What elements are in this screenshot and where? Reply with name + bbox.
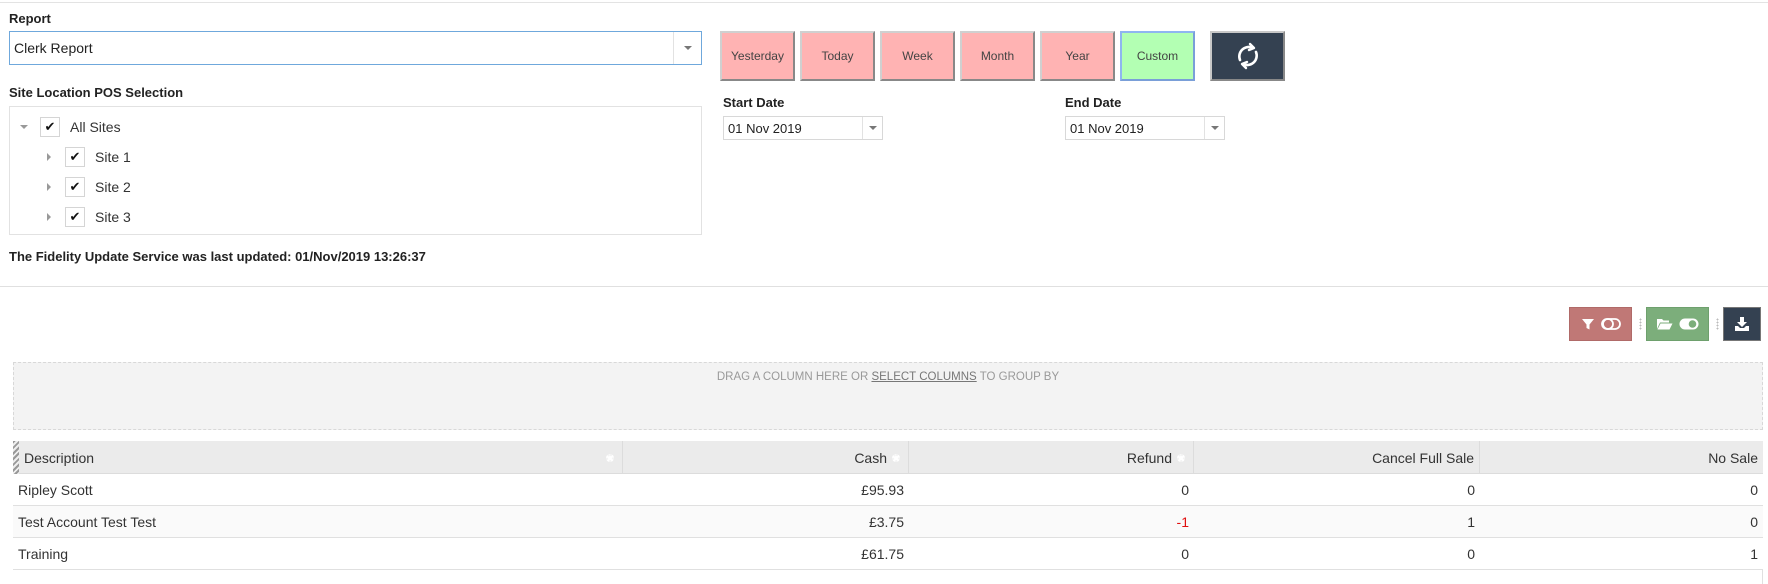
group-hint-prefix: DRAG A COLUMN HERE OR: [716, 371, 872, 383]
cell-no-sale: 1: [1750, 546, 1758, 562]
end-date-toggle[interactable]: [1204, 117, 1224, 139]
chevron-down-icon: [868, 126, 877, 130]
filter-toggle-button[interactable]: [1569, 307, 1632, 341]
grid-header: Description Cash Refund Cancel Full Sale…: [13, 441, 1763, 474]
checkmark-icon: ✔: [44, 119, 56, 135]
top-divider: [0, 2, 1768, 3]
refresh-button[interactable]: [1210, 31, 1285, 81]
period-custom-button[interactable]: Custom: [1120, 31, 1195, 81]
column-menu-icon[interactable]: [1177, 453, 1185, 462]
column-header-cash[interactable]: Cash: [623, 441, 909, 474]
last-updated-status: The Fidelity Update Service was last upd…: [9, 249, 426, 264]
checkbox-site-3[interactable]: ✔: [65, 207, 85, 227]
export-button[interactable]: [1723, 307, 1761, 341]
cell-cash: £61.75: [861, 546, 904, 562]
period-today-button[interactable]: Today: [800, 31, 875, 81]
period-week-button[interactable]: Week: [880, 31, 955, 81]
report-label: Report: [9, 11, 51, 26]
end-date-label: End Date: [1065, 95, 1122, 110]
cell-refund: 0: [1181, 546, 1189, 562]
column-header-no-sale[interactable]: No Sale: [1480, 441, 1763, 474]
chevron-down-icon: [683, 46, 692, 50]
site-selection-label: Site Location POS Selection: [9, 85, 184, 100]
group-by-panel[interactable]: DRAG A COLUMN HERE OR SELECT COLUMNS TO …: [13, 362, 1763, 430]
checkbox-all-sites[interactable]: ✔: [40, 117, 60, 137]
cell-refund: -1: [1176, 514, 1189, 530]
tree-node-all-sites[interactable]: ✔ All Sites: [20, 116, 121, 138]
column-header-label: Cash: [854, 449, 887, 466]
column-header-refund[interactable]: Refund: [909, 441, 1194, 474]
table-row[interactable]: Training £61.75 0 0 1: [13, 538, 1763, 570]
column-header-label: No Sale: [1708, 449, 1758, 466]
start-date-picker[interactable]: 01 Nov 2019: [723, 116, 883, 140]
checkmark-icon: ✔: [69, 179, 81, 195]
expand-arrow-icon[interactable]: [47, 153, 51, 161]
cell-description: Test Account Test Test: [18, 514, 157, 530]
cell-description: Ripley Scott: [18, 482, 93, 498]
report-dropdown-value: Clerk Report: [14, 40, 93, 56]
folder-open-icon: [1657, 319, 1673, 330]
download-icon: [1735, 317, 1749, 331]
tree-node-site-1[interactable]: ✔ Site 1: [47, 146, 131, 168]
checkmark-icon: ✔: [69, 209, 81, 225]
tree-label: Site 1: [95, 149, 131, 165]
cell-cash: £95.93: [861, 482, 904, 498]
tree-label: All Sites: [70, 119, 121, 135]
chevron-down-icon: [1210, 126, 1219, 130]
period-month-button[interactable]: Month: [960, 31, 1035, 81]
tree-node-site-2[interactable]: ✔ Site 2: [47, 176, 131, 198]
end-date-value: 01 Nov 2019: [1070, 121, 1144, 136]
column-header-description[interactable]: Description: [13, 441, 623, 474]
report-dropdown-toggle[interactable]: [673, 32, 701, 64]
report-grid: Description Cash Refund Cancel Full Sale…: [13, 441, 1763, 584]
toolbar-separator: [1716, 318, 1719, 330]
toggle-on-icon: [1679, 318, 1699, 330]
site-tree: ✔ All Sites ✔ Site 1 ✔ Site 2 ✔ Site 3: [9, 106, 702, 235]
cell-refund: 0: [1181, 482, 1189, 498]
cell-cash: £3.75: [868, 514, 904, 530]
start-date-value: 01 Nov 2019: [728, 121, 802, 136]
column-menu-icon[interactable]: [606, 453, 614, 462]
cell-cancel-full-sale: 0: [1467, 482, 1475, 498]
checkbox-site-1[interactable]: ✔: [65, 147, 85, 167]
group-hint-suffix: TO GROUP BY: [976, 371, 1060, 383]
tree-label: Site 2: [95, 179, 131, 195]
collapse-arrow-icon[interactable]: [20, 125, 28, 129]
checkmark-icon: ✔: [69, 149, 81, 165]
cell-description: Training: [18, 546, 69, 562]
table-row[interactable]: Test Account Test Test £3.75 -1 1 0: [13, 506, 1763, 538]
start-date-label: Start Date: [723, 95, 785, 110]
column-menu-icon[interactable]: [892, 453, 900, 462]
end-date-picker[interactable]: 01 Nov 2019: [1065, 116, 1225, 140]
toggle-off-icon: [1600, 318, 1621, 330]
cell-cancel-full-sale: 1: [1467, 514, 1475, 530]
start-date-toggle[interactable]: [862, 117, 882, 139]
cell-cancel-full-sale: 0: [1467, 546, 1475, 562]
table-row[interactable]: Ripley Scott £95.93 0 0 0: [13, 474, 1763, 506]
folder-toggle-button[interactable]: [1646, 307, 1709, 341]
period-yesterday-button[interactable]: Yesterday: [720, 31, 795, 81]
column-header-label: Cancel Full Sale: [1372, 449, 1474, 466]
checkbox-site-2[interactable]: ✔: [65, 177, 85, 197]
tree-node-site-3[interactable]: ✔ Site 3: [47, 206, 131, 228]
column-header-cancel-full-sale[interactable]: Cancel Full Sale: [1194, 441, 1480, 474]
expand-arrow-icon[interactable]: [47, 183, 51, 191]
toolbar-separator: [1639, 318, 1642, 330]
report-dropdown[interactable]: Clerk Report: [9, 31, 702, 65]
section-divider: [0, 286, 1768, 287]
tree-label: Site 3: [95, 209, 131, 225]
refresh-icon: [1237, 42, 1258, 70]
period-year-button[interactable]: Year: [1040, 31, 1115, 81]
expand-arrow-icon[interactable]: [47, 213, 51, 221]
filter-icon: [1581, 319, 1594, 330]
column-header-label: Refund: [1126, 449, 1172, 466]
group-by-hint: DRAG A COLUMN HERE OR SELECT COLUMNS TO …: [14, 371, 1762, 383]
column-header-label: Description: [24, 449, 95, 466]
select-columns-link[interactable]: SELECT COLUMNS: [871, 371, 976, 383]
cell-no-sale: 0: [1750, 482, 1758, 498]
cell-no-sale: 0: [1750, 514, 1758, 530]
